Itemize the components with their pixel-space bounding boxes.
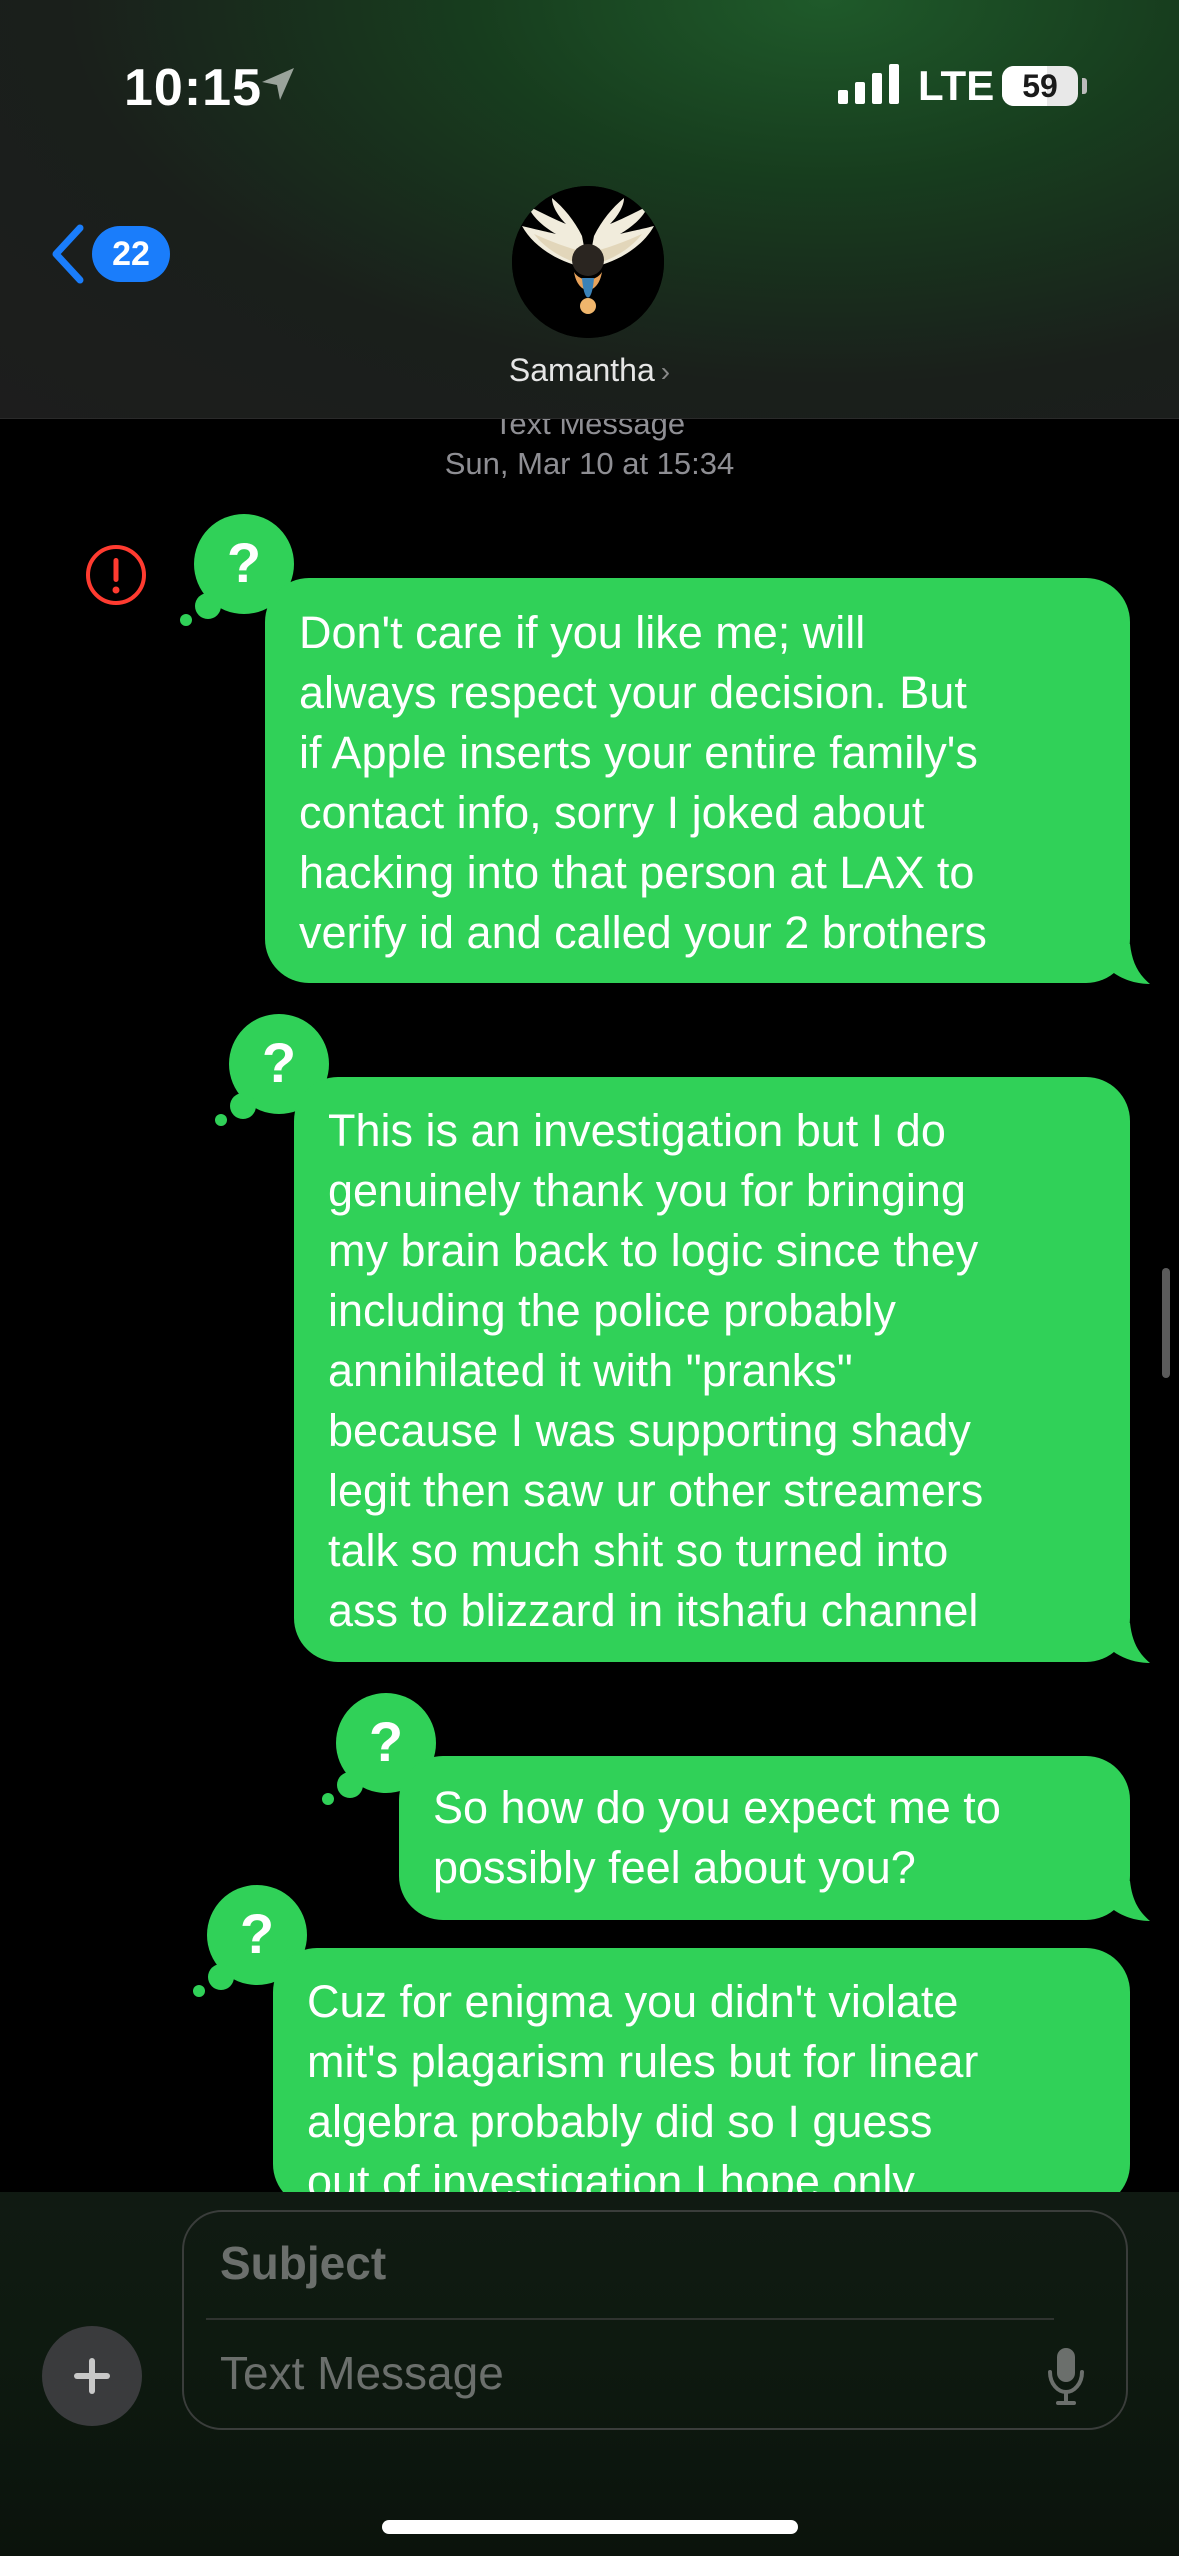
back-button[interactable]: 22 — [48, 222, 170, 286]
message-bubble[interactable]: Don't care if you like me; will always r… — [265, 578, 1130, 983]
contact-name: Samantha — [508, 352, 655, 388]
location-arrow-icon — [262, 68, 294, 100]
exclamation-circle-icon[interactable] — [84, 543, 148, 607]
unread-count-badge: 22 — [92, 226, 170, 282]
compose-divider — [206, 2318, 1054, 2320]
contact-avatar[interactable] — [512, 186, 664, 338]
svg-text:?: ? — [369, 1710, 403, 1773]
plus-icon — [74, 2358, 110, 2394]
bubble-tail — [1102, 1881, 1150, 1921]
chevron-right-icon: › — [660, 356, 671, 387]
cellular-signal-icon — [838, 64, 899, 104]
status-time: 10:15 — [124, 59, 262, 117]
battery-nub — [1082, 78, 1087, 94]
svg-text:?: ? — [240, 1902, 274, 1965]
svg-text:?: ? — [227, 531, 261, 594]
network-type: LTE — [918, 62, 995, 109]
message-input[interactable]: Text Message — [220, 2346, 504, 2400]
message-bubble[interactable]: Cuz for enigma you didn't violate mit's … — [273, 1948, 1130, 2208]
chevron-left-icon — [52, 224, 84, 284]
winged-character-avatar-image — [512, 186, 664, 338]
microphone-icon[interactable] — [1046, 2346, 1086, 2406]
subject-input[interactable]: Subject — [220, 2236, 386, 2290]
battery-icon: 59 — [1002, 66, 1078, 106]
contact-name-button[interactable]: Samantha › — [0, 352, 1179, 389]
bubble-tail — [1102, 1623, 1150, 1663]
scroll-indicator[interactable] — [1162, 1268, 1170, 1378]
home-indicator[interactable] — [382, 2520, 798, 2534]
message-bubble[interactable]: So how do you expect me to possibly feel… — [399, 1756, 1130, 1920]
add-attachment-button[interactable] — [42, 2326, 142, 2426]
bubble-tail — [1102, 944, 1150, 984]
message-date-label: Sun, Mar 10 at 15:34 — [444, 446, 735, 481]
message-bubble[interactable]: This is an investigation but I do genuin… — [294, 1077, 1130, 1662]
battery-level: 59 — [1022, 67, 1058, 104]
svg-text:?: ? — [262, 1031, 296, 1094]
conversation-header: 10:15 LTE 59 22 Samantha › — [0, 0, 1179, 419]
